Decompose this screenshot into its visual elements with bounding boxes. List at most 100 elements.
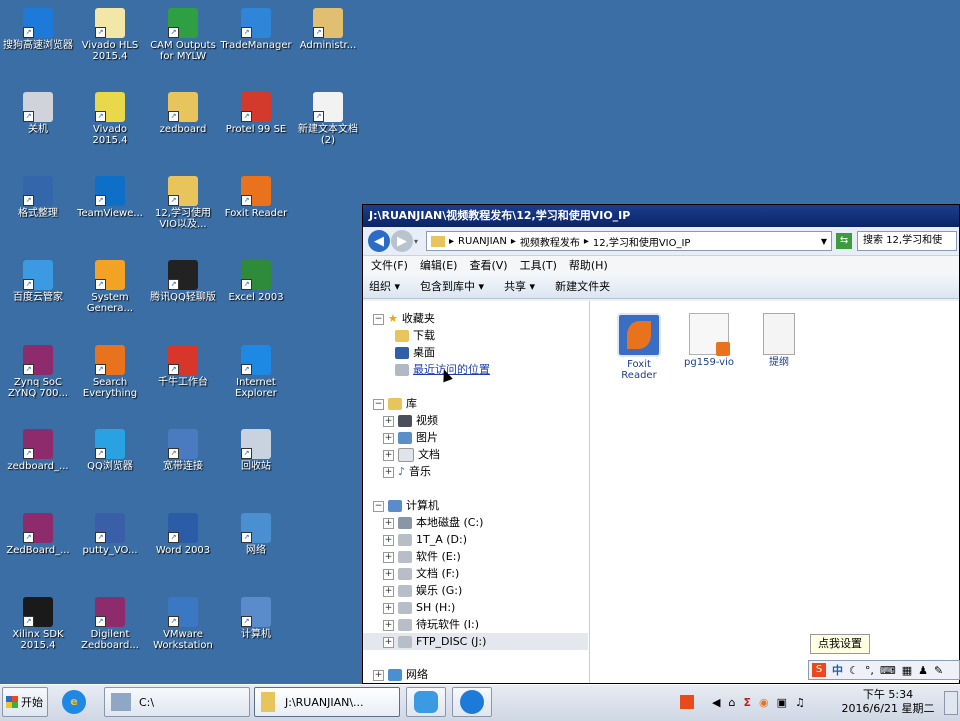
- nav-desktop[interactable]: 桌面: [395, 345, 435, 361]
- desktop-icon[interactable]: ↗ Internet Explorer: [218, 345, 294, 399]
- desktop-icon[interactable]: ↗ zedboard: [145, 92, 221, 135]
- desktop-icon[interactable]: ↗ Search Everything: [72, 345, 148, 399]
- expand-icon[interactable]: +: [383, 517, 394, 529]
- tray-xilinx-icon[interactable]: Σ: [743, 696, 751, 709]
- breadcrumb-item[interactable]: 视频教程发布: [520, 234, 580, 249]
- file-item[interactable]: pg159-vio: [674, 313, 744, 368]
- start-button[interactable]: 开始: [2, 687, 48, 717]
- desktop-icon[interactable]: ↗ Protel 99 SE: [218, 92, 294, 135]
- ime-language-toggle[interactable]: 中: [832, 662, 843, 678]
- desktop-icon[interactable]: ↗ Zynq SoC ZYNQ 700...: [0, 345, 76, 399]
- explorer-window[interactable]: J:\RUANJIAN\视频教程发布\12,学习和使用VIO_IP ◀ ▶ ▾ …: [362, 204, 960, 684]
- keyboard-icon[interactable]: ⌨: [880, 664, 896, 677]
- nav-drive-d[interactable]: + 1T_A (D:): [383, 532, 467, 548]
- desktop-icon[interactable]: ↗ 格式整理: [0, 176, 76, 219]
- nav-drive-e[interactable]: + 软件 (E:): [383, 549, 461, 565]
- address-dropdown-icon[interactable]: ▼: [821, 237, 827, 246]
- tray-network-icon[interactable]: ⌂: [728, 696, 735, 709]
- expand-icon[interactable]: +: [383, 619, 394, 631]
- collapse-icon[interactable]: −: [373, 500, 384, 512]
- desktop-icon[interactable]: ↗ 12,学习使用 VIO以及...: [145, 176, 221, 230]
- desktop-icon[interactable]: ↗ Vivado HLS 2015.4: [72, 8, 148, 62]
- desktop-icon[interactable]: ↗ System Genera...: [72, 260, 148, 314]
- history-chevron-icon[interactable]: ▾: [414, 237, 418, 246]
- desktop-icon[interactable]: ↗ QQ浏览器: [72, 429, 148, 472]
- desktop-icon[interactable]: ↗ Word 2003: [145, 513, 221, 556]
- collapse-icon[interactable]: −: [373, 398, 384, 410]
- taskbar-item-j-drive[interactable]: J:\RUANJIAN\...: [254, 687, 400, 717]
- refresh-icon[interactable]: ⇆: [836, 233, 853, 249]
- nav-music[interactable]: + ♪ 音乐: [383, 464, 431, 480]
- taskbar-item-sogou-browser[interactable]: [452, 687, 492, 717]
- expand-icon[interactable]: +: [383, 466, 394, 478]
- punctuation-icon[interactable]: °,: [865, 664, 874, 677]
- expand-icon[interactable]: +: [383, 636, 394, 648]
- ime-toolbar[interactable]: S 中 ☾ °, ⌨ ▦ ♟ ✎: [808, 660, 960, 680]
- expand-icon[interactable]: +: [383, 415, 394, 427]
- ie-quicklaunch[interactable]: e: [62, 687, 92, 717]
- half-width-icon[interactable]: ☾: [849, 664, 859, 677]
- menu-view[interactable]: 查看(V): [469, 257, 507, 273]
- desktop-icon[interactable]: ↗ Excel 2003: [218, 260, 294, 303]
- file-item[interactable]: 提纲: [744, 313, 814, 368]
- desktop-icon[interactable]: ↗ 回收站: [218, 429, 294, 472]
- menu-tools[interactable]: 工具(T): [520, 257, 557, 273]
- share-button[interactable]: 共享 ▾: [504, 278, 535, 294]
- desktop-icon[interactable]: ↗ Administr...: [290, 8, 366, 51]
- clock[interactable]: 下午 5:34 2016/6/21 星期二: [838, 688, 938, 716]
- skin-icon[interactable]: ▦: [902, 664, 912, 677]
- nav-network[interactable]: + 网络: [373, 667, 428, 683]
- desktop-icon[interactable]: ↗ ZedBoard_...: [0, 513, 76, 556]
- expand-icon[interactable]: +: [383, 534, 394, 546]
- nav-drive-i[interactable]: + 待玩软件 (I:): [383, 617, 479, 633]
- back-button[interactable]: ◀: [368, 230, 390, 252]
- desktop-icon[interactable]: ↗ 宽带连接: [145, 429, 221, 472]
- menu-help[interactable]: 帮助(H): [569, 257, 608, 273]
- tray-foxit-icon[interactable]: ◉: [759, 696, 769, 709]
- search-input[interactable]: 搜索 12,学习和使: [857, 231, 958, 251]
- tray-sogou[interactable]: [680, 687, 694, 717]
- menu-file[interactable]: 文件(F): [371, 257, 408, 273]
- desktop-icon[interactable]: ↗ CAM Outputs for MYLW: [145, 8, 221, 62]
- desktop-icon[interactable]: ↗ 关机: [0, 92, 76, 135]
- desktop-icon[interactable]: ↗ putty_VO...: [72, 513, 148, 556]
- nav-downloads[interactable]: 下载: [395, 328, 435, 344]
- menu-edit[interactable]: 编辑(E): [420, 257, 458, 273]
- desktop-icon[interactable]: ↗ 腾讯QQ轻聊版: [145, 260, 221, 303]
- tools-icon[interactable]: ✎: [934, 664, 943, 677]
- expand-icon[interactable]: +: [383, 568, 394, 580]
- desktop-icon[interactable]: ↗ zedboard_...: [0, 429, 76, 472]
- desktop-icon[interactable]: ↗ 网络: [218, 513, 294, 556]
- expand-icon[interactable]: +: [373, 669, 384, 681]
- organize-button[interactable]: 组织 ▾: [369, 278, 400, 294]
- taskbar-item-baidu-cloud[interactable]: [406, 687, 446, 717]
- new-folder-button[interactable]: 新建文件夹: [555, 278, 610, 294]
- tray-expand-icon[interactable]: ◀: [712, 696, 720, 709]
- desktop-icon[interactable]: ↗ 百度云管家: [0, 260, 76, 303]
- expand-icon[interactable]: +: [383, 449, 394, 461]
- navigation-pane[interactable]: − ★ 收藏夹 下载 桌面 最近访问的位置 − 库 + 视频 + 图片 + 文档…: [363, 301, 590, 683]
- collapse-icon[interactable]: −: [373, 313, 384, 325]
- expand-icon[interactable]: +: [383, 585, 394, 597]
- taskbar-item-c-drive[interactable]: C:\: [104, 687, 250, 717]
- desktop-icon[interactable]: ↗ 千牛工作台: [145, 345, 221, 388]
- nav-drive-f[interactable]: + 文档 (F:): [383, 566, 459, 582]
- nav-drive-g[interactable]: + 娱乐 (G:): [383, 583, 462, 599]
- desktop-icon[interactable]: ↗ Digilent Zedboard...: [72, 597, 148, 651]
- nav-drive-c[interactable]: + 本地磁盘 (C:): [383, 515, 483, 531]
- nav-drive-h[interactable]: + SH (H:): [383, 600, 455, 616]
- show-desktop-button[interactable]: [944, 691, 958, 715]
- desktop-icon[interactable]: ↗ 计算机: [218, 597, 294, 640]
- include-in-library-button[interactable]: 包含到库中 ▾: [420, 278, 484, 294]
- nav-computer[interactable]: − 计算机: [373, 498, 439, 514]
- sogou-ime-icon[interactable]: S: [812, 663, 826, 677]
- desktop-icon[interactable]: ↗ Foxit Reader: [218, 176, 294, 219]
- nav-libraries[interactable]: − 库: [373, 396, 417, 412]
- nav-videos[interactable]: + 视频: [383, 413, 438, 429]
- desktop-icon[interactable]: ↗ Xilinx SDK 2015.4: [0, 597, 76, 651]
- nav-documents[interactable]: + 文档: [383, 447, 440, 463]
- desktop-icon[interactable]: ↗ Vivado 2015.4: [72, 92, 148, 146]
- expand-icon[interactable]: +: [383, 551, 394, 563]
- breadcrumb-item[interactable]: 12,学习和使用VIO_IP: [593, 234, 691, 249]
- desktop-icon[interactable]: ↗ 搜狗高速浏览器: [0, 8, 76, 51]
